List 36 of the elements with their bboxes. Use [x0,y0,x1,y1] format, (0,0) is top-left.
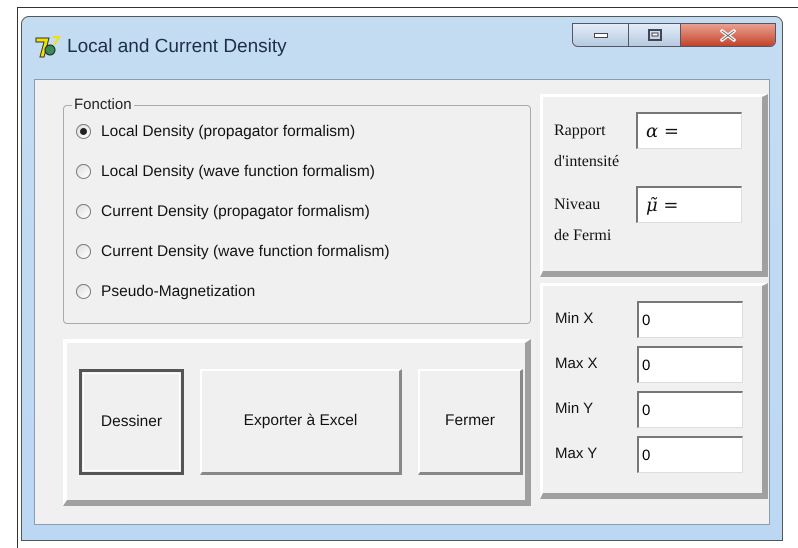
app-icon [35,35,61,60]
maximize-icon [648,29,662,41]
minimize-button[interactable] [573,24,629,46]
action-button[interactable]: Exporter à Excel [200,368,402,474]
radio-button[interactable] [76,124,91,139]
limit-label: Min Y [555,399,594,420]
radio-button[interactable] [76,164,91,179]
parameter-field[interactable]: α = [636,112,742,149]
minimize-icon [594,32,608,38]
action-button[interactable]: Fermer [418,368,523,474]
limit-label: Max X [555,354,599,374]
limit-field[interactable]: 0 [637,301,743,338]
limit-field[interactable]: 0 [637,436,743,473]
parameter-label: de Fermi [554,226,612,246]
radio-option[interactable]: Current Density (propagator formalism) [76,198,530,224]
maximize-button[interactable] [629,24,681,46]
parameter-label: d'intensité [554,152,620,172]
window-title: Local and Current Density [67,35,287,59]
action-button[interactable]: Dessiner [79,368,184,474]
parameter-field[interactable]: μ̃ = [636,186,742,223]
limit-field[interactable]: 0 [637,391,743,428]
parameter-label: Rapport [554,121,607,141]
radio-option[interactable]: Pseudo-Magnetization [76,278,530,304]
close-icon [719,28,737,42]
radio-button[interactable] [76,204,91,219]
close-button[interactable] [681,24,775,46]
limit-label: Min X [555,309,594,330]
radio-option[interactable]: Local Density (propagator formalism) [76,118,530,144]
parameter-label: Niveau [554,195,602,215]
radio-button[interactable] [76,244,91,259]
limit-field[interactable]: 0 [637,346,743,383]
group-legend: Fonction [72,94,134,116]
radio-option[interactable]: Current Density (wave function formalism) [76,238,530,264]
radio-button[interactable] [76,284,91,299]
limit-label: Max Y [555,444,598,464]
radio-option[interactable]: Local Density (wave function formalism) [76,158,530,184]
